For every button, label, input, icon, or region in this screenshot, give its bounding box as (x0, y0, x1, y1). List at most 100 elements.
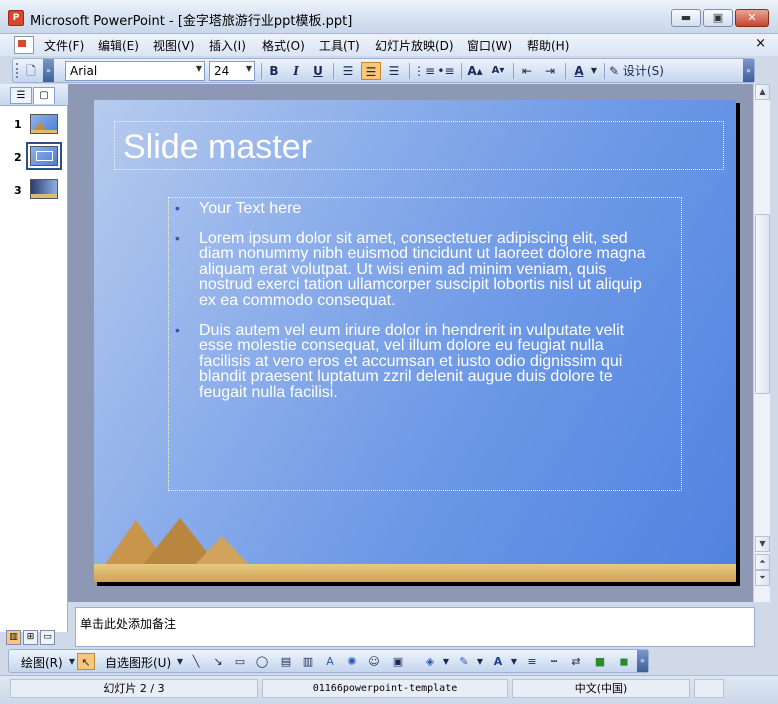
align-right-icon[interactable]: ☰ (384, 62, 404, 80)
line-style-icon[interactable]: ≡ (523, 653, 541, 670)
chevron-down-icon[interactable]: ▼ (471, 653, 489, 670)
desert-sand-strip (94, 564, 736, 582)
dash-style-icon[interactable]: ┅ (545, 653, 563, 670)
window-title: Microsoft PowerPoint - [金字塔旅游行业ppt模板.ppt… (30, 14, 353, 29)
slide-thumbnail-2[interactable] (26, 142, 62, 170)
slide-thumbnail-1[interactable] (30, 114, 58, 134)
scrollbar-thumb[interactable] (755, 214, 770, 394)
menu-help[interactable]: 帮助(H) (527, 37, 569, 54)
status-bar: 幻灯片 2 / 3 01166powerpoint-template 中文(中国… (0, 675, 778, 704)
slide-indicator: 幻灯片 2 / 3 (10, 679, 258, 698)
bullet-item: • Your Text here (175, 200, 655, 217)
text-box-icon[interactable]: ▤ (277, 653, 295, 670)
chevron-down-icon[interactable]: ▼ (589, 62, 599, 80)
drawing-toolbar-chevron-icon[interactable]: » (637, 650, 648, 672)
underline-button[interactable]: U (308, 62, 328, 80)
vertical-text-box-icon[interactable]: ▥ (299, 653, 317, 670)
menu-insert[interactable]: 插入(I) (209, 37, 246, 54)
autoshapes-menu-button[interactable]: 自选图形(U) (105, 654, 171, 671)
notes-pane[interactable]: 单击此处添加备注 (75, 607, 755, 647)
maximize-button[interactable]: ▣ (703, 9, 733, 27)
menu-file[interactable]: 文件(F) (44, 37, 84, 54)
template-name: 01166powerpoint-template (262, 679, 508, 698)
menu-window[interactable]: 窗口(W) (467, 37, 512, 54)
scroll-down-icon[interactable]: ▼ (755, 536, 770, 552)
toolbar-overflow-chevron-icon[interactable]: » (743, 59, 754, 82)
toolbar-divider (513, 63, 514, 79)
minimize-button[interactable]: ▬ (671, 9, 701, 27)
document-close-icon[interactable]: × (755, 36, 766, 51)
numbered-list-icon[interactable]: ⋮≡ (413, 62, 435, 80)
slides-tab-icon[interactable]: ▢ (33, 87, 55, 104)
align-left-icon[interactable]: ☰ (338, 62, 358, 80)
shadow-style-icon[interactable]: ■ (591, 653, 609, 670)
menu-slideshow[interactable]: 幻灯片放映(D) (375, 37, 454, 54)
3d-style-icon[interactable]: ◼ (615, 653, 633, 670)
new-document-icon[interactable]: 🗋 (21, 62, 41, 80)
diagram-icon[interactable]: ✺ (343, 653, 361, 670)
chevron-down-icon[interactable]: ▼ (505, 653, 523, 670)
chevron-down-icon[interactable]: ▼ (437, 653, 455, 670)
clip-art-icon[interactable]: ☺ (365, 653, 383, 670)
close-button[interactable]: ✕ (735, 9, 769, 27)
select-pointer-icon[interactable]: ↖ (77, 653, 95, 670)
toolbar-divider (409, 63, 410, 79)
formatting-toolbar: 🗋 » Arial ▼ 24 ▼ B I U ☰ ☰ ☰ ⋮≡ •≡ A▴ A▾… (12, 58, 755, 83)
font-color-icon[interactable]: A (569, 62, 589, 80)
oval-tool-icon[interactable]: ◯ (253, 653, 271, 670)
toolbar-divider (461, 63, 462, 79)
increase-indent-icon[interactable]: ⇥ (540, 62, 560, 80)
scroll-up-icon[interactable]: ▲ (755, 84, 770, 100)
line-tool-icon[interactable]: ╲ (187, 653, 205, 670)
body-placeholder[interactable]: • Your Text here • Lorem ipsum dolor sit… (168, 197, 682, 491)
title-placeholder[interactable]: Slide master (114, 121, 724, 170)
previous-slide-icon[interactable]: ⏶ (755, 554, 770, 570)
bullet-text: Lorem ipsum dolor sit amet, consectetuer… (199, 230, 646, 309)
decrease-font-size-icon[interactable]: A▾ (488, 62, 508, 80)
insert-picture-icon[interactable]: ▣ (389, 653, 407, 670)
vertical-scrollbar[interactable]: ▲ ▼ ⏶ ⏷ (753, 84, 770, 602)
normal-view-icon[interactable]: ▥ (6, 630, 21, 645)
font-size-select[interactable]: 24 ▼ (209, 61, 255, 81)
italic-button[interactable]: I (286, 62, 306, 80)
slide-canvas[interactable]: Slide master • Your Text here • Lorem ip… (94, 100, 736, 582)
arrow-tool-icon[interactable]: ↘ (209, 653, 227, 670)
outline-tab-icon[interactable]: ☰ (10, 87, 32, 104)
design-button[interactable]: ✎ 设计(S) (609, 62, 689, 80)
thumbnail-number: 2 (14, 151, 22, 164)
powerpoint-app-icon[interactable]: P (8, 10, 24, 26)
rectangle-tool-icon[interactable]: ▭ (231, 653, 249, 670)
slideshow-view-icon[interactable]: ▭ (40, 630, 55, 645)
document-menu-icon[interactable] (14, 36, 34, 54)
bold-button[interactable]: B (264, 62, 284, 80)
chevron-down-icon: ▼ (195, 64, 202, 73)
bullet-text: Your Text here (199, 200, 302, 217)
menu-tools[interactable]: 工具(T) (319, 37, 360, 54)
decrease-indent-icon[interactable]: ⇤ (517, 62, 537, 80)
toolbar-grip[interactable] (16, 63, 19, 78)
menu-format[interactable]: 格式(O) (262, 37, 305, 54)
next-slide-icon[interactable]: ⏷ (755, 570, 770, 586)
increase-font-size-icon[interactable]: A▴ (465, 62, 485, 80)
slide-outline (36, 151, 53, 161)
menu-edit[interactable]: 编辑(E) (98, 37, 139, 54)
notes-placeholder: 单击此处添加备注 (80, 617, 177, 631)
draw-menu-button[interactable]: 绘图(R) (21, 654, 63, 671)
design-icon: ✎ (609, 64, 620, 78)
menu-view[interactable]: 视图(V) (153, 37, 195, 54)
font-name-select[interactable]: Arial ▼ (65, 61, 205, 81)
minimize-icon: ▬ (680, 11, 692, 24)
sand-strip (31, 130, 57, 133)
slide-sorter-view-icon[interactable]: ⊞ (23, 630, 38, 645)
font-size-value: 24 (214, 64, 230, 78)
toolbar-options-chevron-icon[interactable]: » (43, 59, 54, 82)
wordart-icon[interactable]: A (321, 653, 339, 670)
bulleted-list-icon[interactable]: •≡ (436, 62, 456, 80)
slide-editing-area: Slide master • Your Text here • Lorem ip… (68, 84, 753, 602)
bullet-dot: • (175, 230, 180, 246)
arrow-style-icon[interactable]: ⇄ (567, 653, 585, 670)
bullet-dot: • (175, 322, 180, 338)
slide-thumbnail-3[interactable] (30, 179, 58, 199)
align-center-icon[interactable]: ☰ (361, 62, 381, 80)
toolbar-divider (333, 63, 334, 79)
